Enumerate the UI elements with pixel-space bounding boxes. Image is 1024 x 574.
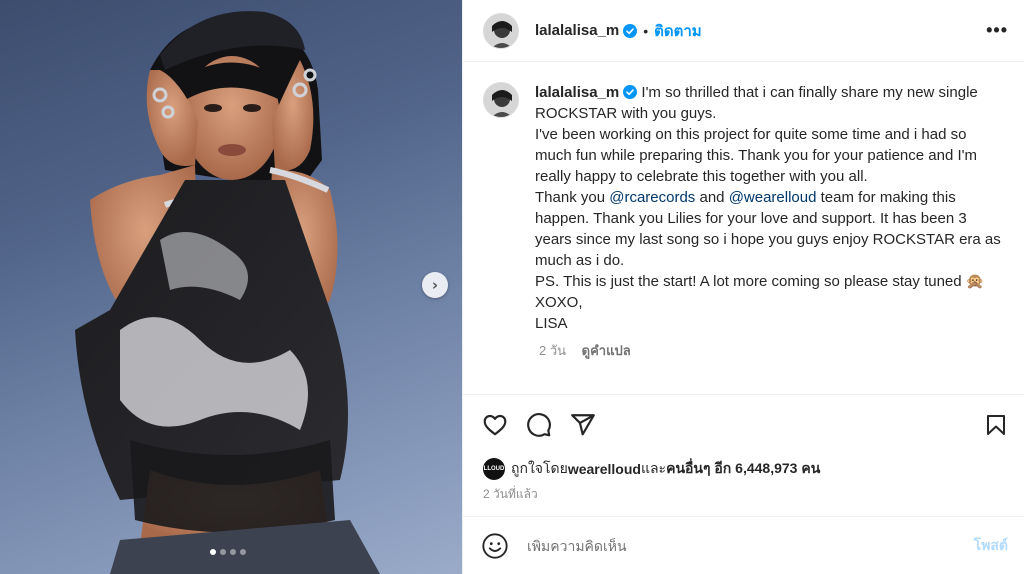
next-slide-button[interactable]: › [422,272,448,298]
carousel-dot [220,549,226,555]
caption-username[interactable]: lalalalisa_m [535,84,619,101]
post-comment-button[interactable]: โพสต์ [974,535,1008,557]
avatar-photo [484,13,518,48]
comment-input[interactable] [527,537,974,554]
author-avatar[interactable] [483,12,519,49]
monkey-emoji: 🙊 [965,273,985,290]
caption-meta: 2 วัน ดูคำแปล [539,340,1008,361]
post-timestamp[interactable]: 2 วันที่แล้ว [483,485,538,504]
action-bar [481,405,1010,445]
more-options-button[interactable]: ••• [986,20,1008,41]
emoji-icon[interactable] [481,532,509,560]
share-button[interactable] [569,411,597,439]
verified-badge-icon [623,85,638,99]
caption-section: lalalalisa_m I'm so thrilled that i can … [463,62,1024,395]
caption-text: and [695,189,729,206]
caption-avatar[interactable] [483,82,519,118]
photo-illustration [75,11,380,574]
likes-prefix: ถูกใจโดย [511,460,568,476]
mention-link[interactable]: @wearelloud [729,189,817,206]
header-separator: • [643,22,649,39]
bookmark-icon [987,415,1005,435]
carousel-dot [230,549,236,555]
follow-button[interactable]: ติดตาม [654,19,702,43]
carousel-indicator [210,549,246,555]
caption-text: PS. This is just the start! A lot more c… [535,273,962,290]
post-caption: lalalalisa_m I'm so thrilled that i can … [535,82,1005,334]
chevron-right-icon: › [431,275,439,294]
like-button[interactable] [481,411,509,439]
verified-badge-icon [623,23,638,38]
caption-signature: LISA [535,315,568,332]
post-panel: lalalalisa_m • ติดตาม ••• lalalalisa_m I… [462,0,1024,574]
likes-count[interactable]: คนอื่นๆ อีก 6,448,973 คน [666,458,820,480]
carousel-dot [240,549,246,555]
comment-composer: โพสต์ [463,516,1024,574]
carousel-dot-active [210,549,216,555]
caption-line: I've been working on this project for qu… [535,126,982,185]
likes-middle: และ [640,460,667,476]
post-image[interactable]: › [0,0,462,574]
comment-icon [527,413,551,437]
avatar-photo [484,83,518,117]
post-header: lalalalisa_m • ติดตาม ••• [463,0,1024,62]
see-translation-link[interactable]: ดูคำแปล [582,343,631,358]
heart-icon [483,414,507,436]
caption-signoff: XOXO, [535,294,583,311]
caption-time: 2 วัน [539,343,567,358]
liker-avatar[interactable]: LLOUD [483,458,505,480]
save-button[interactable] [982,411,1010,439]
comment-button[interactable] [525,411,553,439]
liker-username[interactable]: wearelloud [568,461,641,477]
share-icon [571,414,595,436]
mention-link[interactable]: @rcarecords [609,189,695,206]
caption-text: Thank you [535,189,610,206]
likes-summary: LLOUD ถูกใจโดย wearelloud และ คนอื่นๆ อีก… [483,458,820,480]
author-username[interactable]: lalalalisa_m [535,22,619,39]
